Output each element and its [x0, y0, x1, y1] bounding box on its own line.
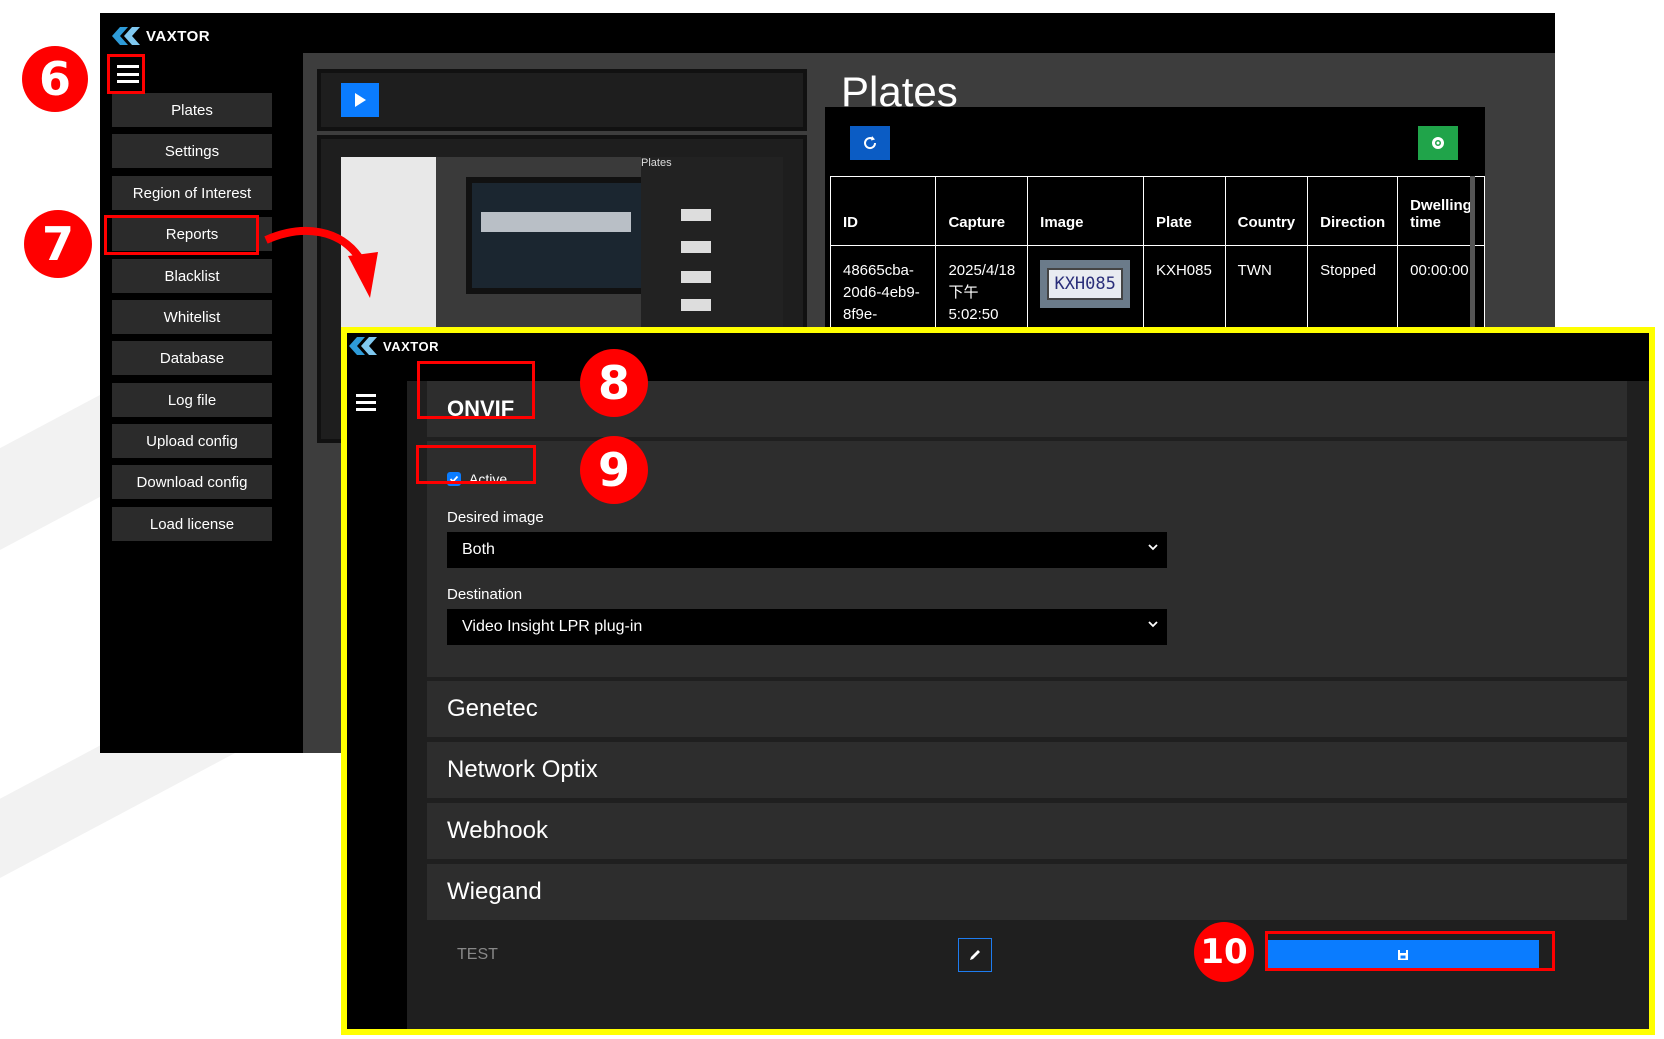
- section-title: Genetec: [447, 695, 538, 722]
- sidebar-item-label: Settings: [164, 142, 220, 160]
- play-button[interactable]: [341, 83, 379, 117]
- gear-icon: [1432, 137, 1444, 149]
- sidebar-collapsed: [347, 381, 407, 1029]
- vaxtor-logo: VAXTOR: [110, 25, 210, 47]
- table-row[interactable]: 48665cba-20d6-4eb9-8f9e- 2025/4/18 下午 5:…: [829, 245, 1485, 336]
- table-header-row: ID Capture Image Plate Country Direction…: [829, 176, 1485, 246]
- cell-direction: Stopped: [1307, 245, 1399, 336]
- annotation-arrow-icon: [264, 226, 378, 298]
- column-header-direction[interactable]: Direction: [1307, 176, 1399, 246]
- plate-thumbnail[interactable]: KXH085: [1040, 260, 1131, 308]
- sidebar-item-load-license[interactable]: Load license: [112, 507, 272, 541]
- preview-thumbnail-label: Plates: [641, 157, 672, 169]
- play-icon: [355, 93, 366, 107]
- sidebar-item-database[interactable]: Database: [112, 341, 272, 375]
- edit-button[interactable]: [958, 938, 992, 972]
- cell-plate: KXH085: [1142, 245, 1226, 336]
- vaxtor-logo: VAXTOR: [347, 335, 439, 357]
- sidebar-item-whitelist[interactable]: Whitelist: [112, 300, 272, 334]
- sidebar-item-label: Upload config: [146, 432, 238, 450]
- section-wiegand[interactable]: Wiegand: [427, 864, 1627, 920]
- test-label[interactable]: TEST: [457, 946, 498, 964]
- logo-text: VAXTOR: [146, 27, 211, 45]
- chevron-down-icon: [1148, 621, 1158, 628]
- settings-button[interactable]: [1418, 126, 1458, 160]
- sidebar-item-label: Whitelist: [163, 308, 221, 326]
- video-control-bar: [317, 69, 807, 131]
- annotation-box-save: [1265, 931, 1555, 971]
- column-header-plate[interactable]: Plate: [1142, 176, 1226, 246]
- sidebar-item-settings[interactable]: Settings: [112, 134, 272, 168]
- section-genetec[interactable]: Genetec: [427, 681, 1627, 737]
- logo-text: VAXTOR: [383, 338, 439, 354]
- cell-capture: 2025/4/18 下午 5:02:50: [935, 245, 1029, 336]
- sidebar-item-label: Load license: [149, 515, 235, 533]
- desired-image-label: Desired image: [447, 509, 544, 526]
- annotation-badge-step9: 9: [580, 436, 648, 504]
- section-title: Wiegand: [447, 878, 542, 905]
- section-title: Network Optix: [447, 756, 598, 783]
- sidebar-item-region-of-interest[interactable]: Region of Interest: [112, 176, 272, 210]
- section-network-optix[interactable]: Network Optix: [427, 742, 1627, 798]
- column-header-capture[interactable]: Capture: [935, 176, 1029, 246]
- vaxtor-logo-icon: [349, 337, 377, 355]
- sidebar-item-label: Plates: [171, 101, 213, 119]
- sidebar-item-label: Download config: [136, 473, 248, 491]
- annotation-badge-step10: 10: [1194, 922, 1254, 982]
- plates-table: ID Capture Image Plate Country Direction…: [829, 176, 1485, 336]
- cell-country: TWN: [1224, 245, 1309, 336]
- desired-image-select[interactable]: Both: [447, 532, 1167, 568]
- destination-value: Video Insight LPR plug-in: [462, 618, 643, 635]
- integrations-window: VAXTOR ONVIF Active Desired image Both D…: [347, 333, 1649, 1029]
- annotation-box-reports: [104, 215, 259, 255]
- sidebar-item-blacklist[interactable]: Blacklist: [112, 259, 272, 293]
- annotation-box-active: [416, 445, 536, 484]
- sidebar-item-label: Log file: [167, 391, 217, 409]
- destination-label: Destination: [447, 586, 523, 603]
- sidebar-item-label: Blacklist: [164, 267, 220, 285]
- cell-image: KXH085: [1027, 245, 1144, 336]
- annotation-box-onvif: [417, 361, 535, 419]
- annotation-badge-step8: 8: [580, 349, 648, 417]
- refresh-icon: [864, 136, 877, 150]
- section-title: Webhook: [447, 817, 548, 844]
- sidebar-item-plates[interactable]: Plates: [112, 93, 272, 127]
- section-webhook[interactable]: Webhook: [427, 803, 1627, 859]
- column-header-image[interactable]: Image: [1027, 176, 1144, 246]
- sidebar-item-label: Database: [159, 349, 225, 367]
- sidebar-item-upload-config[interactable]: Upload config: [112, 424, 272, 458]
- vaxtor-logo-icon: [112, 27, 140, 45]
- sidebar-item-download-config[interactable]: Download config: [112, 465, 272, 499]
- camera-preview-image: Plates: [341, 157, 783, 327]
- chevron-down-icon: [1148, 544, 1158, 551]
- plate-thumbnail-text: KXH085: [1047, 268, 1123, 300]
- column-header-id[interactable]: ID: [829, 176, 937, 246]
- refresh-button[interactable]: [850, 126, 890, 160]
- desired-image-value: Both: [462, 541, 495, 558]
- column-header-country[interactable]: Country: [1224, 176, 1309, 246]
- sidebar-item-log-file[interactable]: Log file: [112, 383, 272, 417]
- hamburger-menu-icon[interactable]: [356, 394, 376, 411]
- sidebar: VAXTOR Plates Settings Region of Interes…: [100, 13, 303, 753]
- annotation-badge-step6: 6: [22, 46, 88, 112]
- cell-id: 48665cba-20d6-4eb9-8f9e-: [829, 245, 937, 336]
- destination-select[interactable]: Video Insight LPR plug-in: [447, 609, 1167, 645]
- pencil-icon: [970, 950, 980, 960]
- annotation-box-menu: [107, 54, 145, 94]
- sidebar-item-label: Region of Interest: [132, 184, 252, 202]
- annotation-badge-step7: 7: [24, 210, 92, 278]
